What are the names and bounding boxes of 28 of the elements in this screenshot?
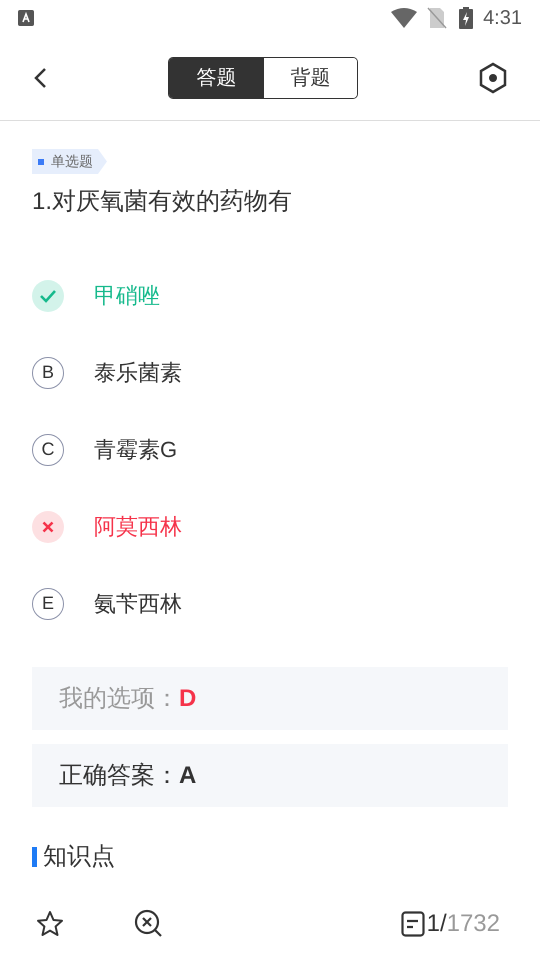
notification-icon <box>18 10 34 26</box>
question-text: 1.对厌氧菌有效的药物有 <box>32 187 294 217</box>
option-letter: E <box>32 588 64 620</box>
total-question-count: 1732 <box>446 909 500 939</box>
option-item[interactable]: 阿莫西林 <box>32 510 182 543</box>
correct-answer-label: 正确答案： <box>59 760 179 790</box>
current-question-number: 1/ <box>426 909 447 939</box>
heading-bar <box>32 847 37 867</box>
star-icon[interactable] <box>36 910 64 938</box>
section-heading: 知识点 <box>43 842 115 872</box>
correct-answer-value: A <box>179 760 196 790</box>
option-letter: B <box>32 356 64 388</box>
clock: 4:31 <box>483 6 522 31</box>
mode-tab[interactable]: 答题 <box>169 58 264 98</box>
no-sim-icon <box>427 7 448 29</box>
my-answer-value: D <box>179 684 196 714</box>
settings-icon[interactable] <box>478 62 508 94</box>
option-item[interactable]: B 泰乐菌素 <box>32 356 182 389</box>
wifi-icon <box>391 8 418 28</box>
back-icon[interactable] <box>32 66 48 90</box>
search-clear-icon[interactable] <box>134 909 164 939</box>
my-answer-label: 我的选项： <box>59 684 179 714</box>
battery-icon <box>459 7 474 29</box>
option-item[interactable]: C 青霉素G <box>32 433 178 466</box>
answer-sheet-icon[interactable] <box>400 911 425 937</box>
question-type-tag: 单选题 <box>32 149 107 174</box>
option-letter: C <box>32 434 64 466</box>
option-item[interactable]: E 氨苄西林 <box>32 587 182 620</box>
